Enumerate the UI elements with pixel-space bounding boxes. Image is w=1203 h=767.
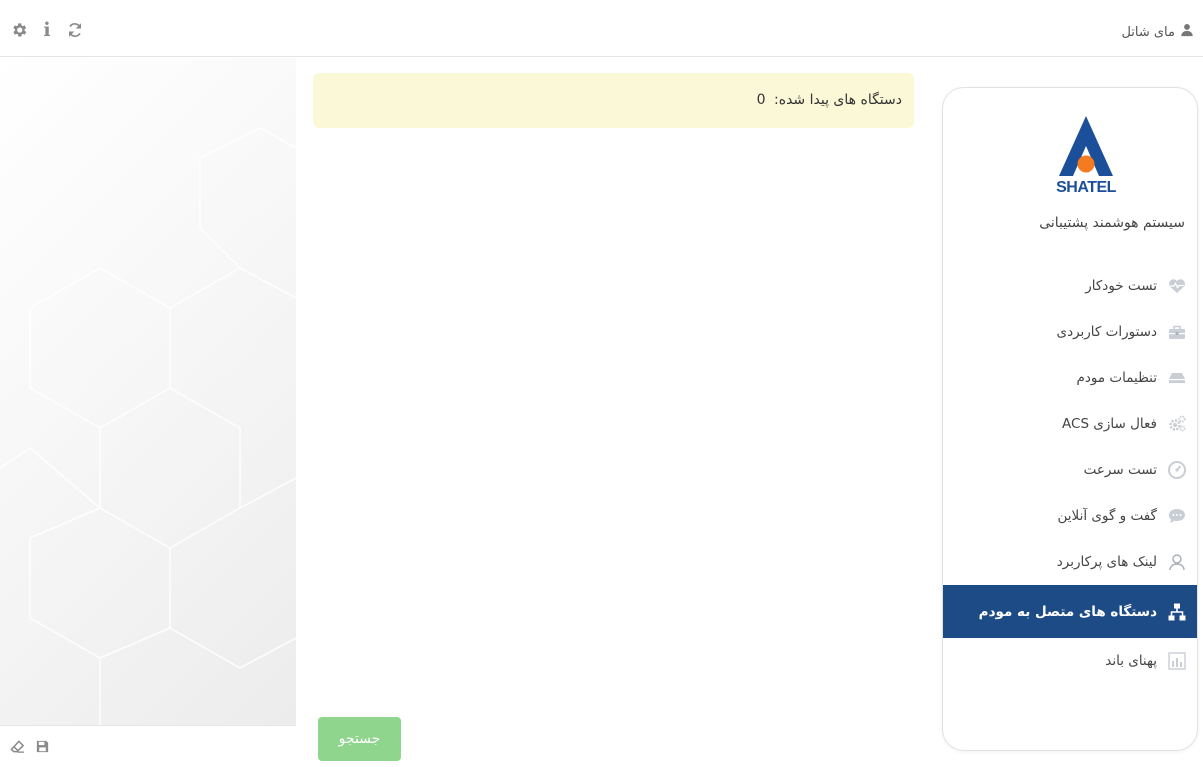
left-side-panel [0,58,296,725]
found-devices-alert: دستگاه های پیدا شده: 0 [313,73,914,128]
found-devices-count: 0 [756,92,766,108]
sidebar-item-speed-test[interactable]: تست سرعت [943,447,1197,493]
refresh-icon[interactable] [66,21,84,39]
sidebar-item-acs-activation[interactable]: فعال سازی ACS [943,401,1197,447]
modem-icon [1167,368,1187,388]
bar-chart-icon [1167,651,1187,671]
top-bar: i مای شاتل [0,0,1203,57]
hexagon-background [0,127,296,725]
heartbeat-icon [1167,276,1187,296]
sidebar-item-label: گفت و گوی آنلاین [1057,508,1157,524]
toolbox-icon [1167,322,1187,342]
sidebar-item-label: پهنای باند [1105,653,1157,669]
sidebar-item-useful-links[interactable]: لینک های پرکاربرد [943,539,1197,585]
network-icon [1167,602,1187,622]
sidebar-item-label: دستورات کاربردی [1056,324,1158,340]
sidebar-item-label: فعال سازی ACS [1062,416,1157,432]
sidebar: SHATEL سیستم هوشمند پشتیبانی تست خودکار … [942,87,1198,751]
system-title: سیستم هوشمند پشتیبانی [1039,215,1185,231]
sidebar-item-label: تست سرعت [1083,462,1157,478]
sidebar-item-online-chat[interactable]: گفت و گوی آنلاین [943,493,1197,539]
chat-icon [1167,506,1187,526]
sidebar-item-useful-commands[interactable]: دستورات کاربردی [943,309,1197,355]
sidebar-item-label: لینک های پرکاربرد [1056,554,1157,570]
sidebar-item-modem-settings[interactable]: تنظیمات مودم [943,355,1197,401]
gears-icon [1167,414,1187,434]
search-button[interactable]: جستجو [318,717,401,761]
my-shatel-link[interactable]: مای شاتل [1121,23,1194,41]
top-toolbar: i [10,21,84,40]
account-label: مای شاتل [1121,24,1175,40]
sidebar-item-auto-test[interactable]: تست خودکار [943,263,1197,309]
sidebar-item-label: تنظیمات مودم [1076,370,1157,386]
sidebar-item-label: دستگاه های متصل به مودم [978,603,1157,620]
logo-text: SHATEL [1056,179,1116,196]
found-devices-label: دستگاه های پیدا شده: [774,92,902,108]
sidebar-menu: تست خودکار دستورات کاربردی تنظیمات مودم … [943,263,1197,684]
eraser-icon[interactable] [10,739,25,754]
sidebar-item-connected-devices[interactable]: دستگاه های متصل به مودم [943,585,1197,638]
user-icon [1180,23,1194,41]
shatel-logo: SHATEL [1055,114,1117,198]
user-outline-icon [1167,552,1187,572]
sidebar-item-label: تست خودکار [1085,278,1157,294]
settings-icon[interactable] [10,21,28,39]
speedometer-icon [1167,460,1187,480]
left-footer [0,725,296,767]
info-icon[interactable]: i [38,21,56,40]
sidebar-item-bandwidth[interactable]: پهنای باند [943,638,1197,684]
save-icon[interactable] [35,739,50,754]
